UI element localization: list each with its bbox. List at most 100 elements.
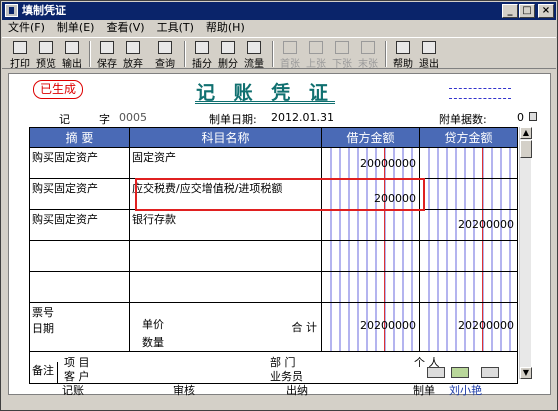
help-icon bbox=[396, 41, 410, 54]
attachments-spin-icon[interactable] bbox=[529, 112, 537, 121]
insert-entry-button[interactable]: 插分 bbox=[190, 39, 214, 70]
review-label: 审核 bbox=[173, 384, 195, 397]
exit-button[interactable]: 退出 bbox=[417, 39, 441, 70]
first-record-button[interactable]: 首张 bbox=[278, 39, 302, 70]
attachments-count[interactable]: 0 bbox=[517, 111, 524, 124]
last-record-button[interactable]: 末张 bbox=[356, 39, 380, 70]
credit-cell[interactable] bbox=[419, 240, 518, 272]
date-row-label: 日期 bbox=[32, 322, 54, 335]
close-button[interactable]: × bbox=[538, 4, 554, 18]
remarks-label: 备注 bbox=[32, 362, 58, 383]
app-icon bbox=[5, 4, 18, 17]
maker-name: 刘小艳 bbox=[449, 384, 482, 397]
toolbar-separator bbox=[385, 41, 387, 67]
credit-cell[interactable]: 20200000 bbox=[419, 209, 518, 241]
next-record-icon bbox=[335, 41, 349, 54]
vertical-scrollbar[interactable]: ▲ ▼ bbox=[519, 127, 532, 379]
voucher-title: 记 账 凭 证 bbox=[195, 78, 335, 104]
export-icon bbox=[65, 41, 79, 54]
menu-help[interactable]: 帮助(H) bbox=[200, 20, 251, 36]
attachment-icon[interactable] bbox=[427, 367, 445, 378]
credit-cell[interactable] bbox=[419, 271, 518, 303]
summary-cell[interactable] bbox=[29, 271, 130, 303]
debit-amount: 20000000 bbox=[360, 157, 416, 170]
menu-file[interactable]: 文件(F) bbox=[2, 20, 51, 36]
last-record-icon bbox=[361, 41, 375, 54]
account-cell[interactable] bbox=[129, 271, 322, 303]
card-icon[interactable] bbox=[451, 367, 469, 378]
save-icon bbox=[100, 41, 114, 54]
voucher-number[interactable]: 0005 bbox=[119, 111, 147, 124]
bookkeeping-label: 记账 bbox=[62, 384, 84, 397]
summary-cell[interactable]: 购买固定资产 bbox=[29, 209, 130, 241]
title-bar: 填制凭证 _ □ × bbox=[2, 2, 556, 20]
attachments-label: 附单据数: bbox=[439, 113, 487, 126]
credit-header: 贷方金额 bbox=[419, 127, 518, 148]
debit-cell[interactable]: 20000000 bbox=[321, 147, 420, 179]
total-debit: 20200000 bbox=[360, 319, 416, 332]
signature-bar: 记账 审核 出纳 制单 刘小艳 bbox=[9, 382, 552, 397]
account-cell[interactable]: 固定资产 bbox=[129, 147, 322, 179]
scroll-down-icon[interactable]: ▼ bbox=[520, 367, 532, 379]
ticket-no-label: 票号 bbox=[32, 306, 54, 319]
cashier-label: 出纳 bbox=[286, 384, 308, 397]
credit-amount: 20200000 bbox=[458, 218, 514, 231]
account-cell[interactable] bbox=[129, 240, 322, 272]
voucher-window: 填制凭证 _ □ × 文件(F) 制单(E) 查看(V) 工具(T) 帮助(H) 打印 … bbox=[0, 0, 558, 411]
undo-icon bbox=[126, 41, 140, 54]
summary-cell[interactable] bbox=[29, 240, 130, 272]
total-label: 合 计 bbox=[291, 321, 318, 334]
debit-header: 借方金额 bbox=[321, 127, 420, 148]
voucher-date[interactable]: 2012.01.31 bbox=[271, 111, 334, 124]
prev-record-button[interactable]: 上张 bbox=[304, 39, 328, 70]
next-record-button[interactable]: 下张 bbox=[330, 39, 354, 70]
decor-line bbox=[449, 88, 511, 89]
summary-header: 摘 要 bbox=[29, 127, 130, 148]
menu-voucher[interactable]: 制单(E) bbox=[51, 20, 101, 36]
delete-entry-button[interactable]: 删分 bbox=[216, 39, 240, 70]
voucher-type[interactable]: 记 bbox=[59, 111, 70, 127]
export-button[interactable]: 输出 bbox=[60, 39, 84, 70]
summary-cell[interactable]: 购买固定资产 bbox=[29, 147, 130, 179]
table-row bbox=[29, 271, 518, 303]
print-button[interactable]: 打印 bbox=[8, 39, 32, 70]
scroll-up-icon[interactable]: ▲ bbox=[520, 127, 532, 139]
discard-button[interactable]: 放弃 bbox=[121, 39, 145, 70]
toolbar-separator bbox=[184, 41, 186, 67]
total-row: 票号 日期 单价 数量 合 计 20200000 20200000 bbox=[29, 302, 518, 352]
query-button[interactable]: 查询 bbox=[153, 39, 177, 70]
minimize-button[interactable]: _ bbox=[502, 4, 518, 18]
maximize-button[interactable]: □ bbox=[519, 4, 535, 18]
debit-cell[interactable] bbox=[321, 240, 420, 272]
binoculars-icon bbox=[158, 41, 172, 54]
help-button[interactable]: 帮助 bbox=[391, 39, 415, 70]
price-qty-cell: 单价 数量 合 计 bbox=[129, 302, 322, 352]
toolbar-separator bbox=[272, 41, 274, 67]
account-cell[interactable]: 银行存款 bbox=[129, 209, 322, 241]
cashflow-button[interactable]: 流量 bbox=[242, 39, 266, 70]
photo-icon[interactable] bbox=[481, 367, 499, 378]
window-title: 填制凭证 bbox=[22, 4, 66, 17]
zi-label: 字 bbox=[99, 113, 110, 126]
table-row: 购买固定资产 银行存款 20200000 bbox=[29, 209, 518, 241]
voucher-area: 已生成 记 账 凭 证 记 字 0005 制单日期: 2012.01.31 附单… bbox=[8, 73, 552, 397]
credit-cell[interactable] bbox=[419, 178, 518, 210]
table-row bbox=[29, 240, 518, 272]
total-debit-cell: 20200000 bbox=[321, 302, 420, 352]
menu-view[interactable]: 查看(V) bbox=[100, 20, 150, 36]
maker-label: 制单 bbox=[413, 384, 435, 397]
debit-cell[interactable] bbox=[321, 209, 420, 241]
save-button[interactable]: 保存 bbox=[95, 39, 119, 70]
menu-tools[interactable]: 工具(T) bbox=[151, 20, 200, 36]
debit-cell[interactable] bbox=[321, 271, 420, 303]
toolbar-separator bbox=[89, 41, 91, 67]
summary-cell[interactable]: 购买固定资产 bbox=[29, 178, 130, 210]
exit-icon bbox=[422, 41, 436, 54]
credit-cell[interactable] bbox=[419, 147, 518, 179]
scroll-thumb[interactable] bbox=[520, 140, 532, 158]
preview-button[interactable]: 预览 bbox=[34, 39, 58, 70]
decor-line bbox=[449, 98, 511, 99]
total-credit-cell: 20200000 bbox=[419, 302, 518, 352]
prev-record-icon bbox=[309, 41, 323, 54]
ticket-cell: 票号 日期 bbox=[29, 302, 130, 352]
